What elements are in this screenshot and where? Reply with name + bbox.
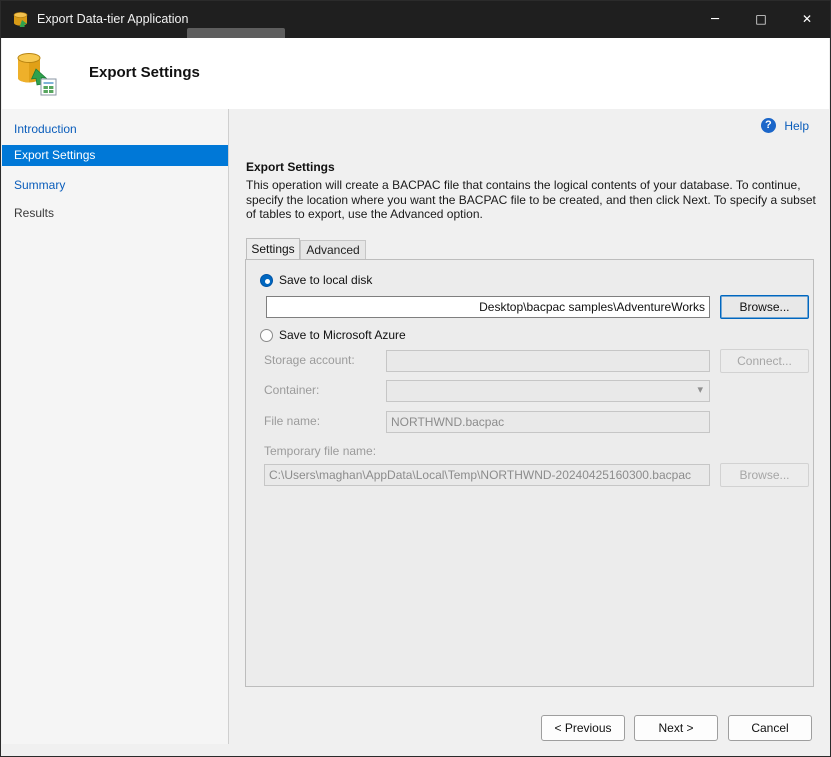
maximize-icon[interactable]: □ bbox=[738, 1, 784, 38]
temp-file-input: C:\Users\maghan\AppData\Local\Temp\NORTH… bbox=[264, 464, 710, 486]
cancel-button[interactable]: Cancel bbox=[728, 715, 812, 741]
sidebar-item-summary[interactable]: Summary bbox=[2, 175, 228, 196]
section-description: This operation will create a BACPAC file… bbox=[246, 178, 818, 222]
temp-file-name-label: Temporary file name: bbox=[264, 444, 376, 458]
help-icon: ? bbox=[761, 118, 776, 133]
app-database-icon bbox=[12, 11, 29, 28]
local-path-input[interactable]: Desktop\bacpac samples\AdventureWorks bbox=[266, 296, 710, 318]
container-dropdown: ▾ bbox=[386, 380, 710, 402]
wizard-content: ? Help Export Settings This operation wi… bbox=[230, 109, 829, 755]
save-azure-label: Save to Microsoft Azure bbox=[279, 328, 406, 342]
file-name-label: File name: bbox=[264, 414, 320, 428]
wizard-header: Export Settings bbox=[2, 38, 829, 109]
minimize-icon[interactable]: ─ bbox=[692, 1, 738, 38]
export-wizard-window: Export Data-tier Application ─ □ ✕ Expor… bbox=[0, 0, 831, 757]
help-label: Help bbox=[784, 119, 809, 133]
storage-account-label: Storage account: bbox=[264, 353, 355, 367]
connect-button: Connect... bbox=[720, 349, 809, 373]
next-button[interactable]: Next > bbox=[634, 715, 718, 741]
tab-settings[interactable]: Settings bbox=[246, 238, 300, 259]
previous-button[interactable]: < Previous bbox=[541, 715, 625, 741]
radio-save-azure[interactable] bbox=[260, 329, 273, 342]
tab-advanced[interactable]: Advanced bbox=[300, 240, 366, 259]
section-title: Export Settings bbox=[246, 160, 335, 174]
window-title: Export Data-tier Application bbox=[37, 12, 188, 26]
save-local-disk-label: Save to local disk bbox=[279, 273, 372, 287]
storage-account-input bbox=[386, 350, 710, 372]
container-label: Container: bbox=[264, 383, 319, 397]
wizard-steps-sidebar: Introduction Export Settings Summary Res… bbox=[2, 109, 229, 744]
chevron-down-icon: ▾ bbox=[697, 383, 703, 396]
file-name-input: NORTHWND.bacpac bbox=[386, 411, 710, 433]
sidebar-item-introduction[interactable]: Introduction bbox=[2, 119, 228, 140]
sidebar-item-results[interactable]: Results bbox=[2, 203, 228, 224]
export-database-icon bbox=[12, 49, 60, 97]
close-icon[interactable]: ✕ bbox=[784, 1, 830, 38]
sidebar-item-export-settings[interactable]: Export Settings bbox=[2, 145, 228, 166]
titlebar-artifact bbox=[187, 28, 285, 38]
help-link[interactable]: ? Help bbox=[761, 117, 809, 133]
browse-local-button[interactable]: Browse... bbox=[720, 295, 809, 319]
page-title: Export Settings bbox=[89, 64, 200, 81]
titlebar[interactable]: Export Data-tier Application ─ □ ✕ bbox=[1, 1, 830, 38]
radio-save-local-disk[interactable] bbox=[260, 274, 273, 287]
settings-tab-panel: Save to local disk Desktop\bacpac sample… bbox=[245, 259, 814, 687]
browse-temp-button: Browse... bbox=[720, 463, 809, 487]
